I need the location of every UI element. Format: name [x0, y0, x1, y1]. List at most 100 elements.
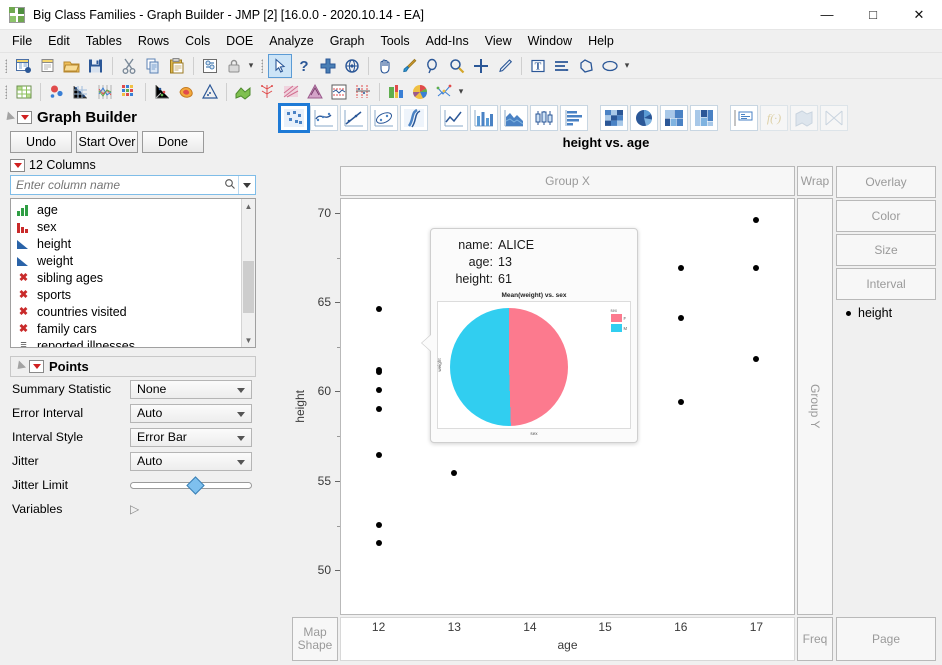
pareto-icon[interactable] — [304, 81, 326, 103]
chart-icon[interactable] — [433, 81, 455, 103]
histogram-icon[interactable] — [560, 105, 588, 131]
red-triangle-menu-icon[interactable] — [17, 111, 32, 124]
pie-chart-icon[interactable] — [409, 81, 431, 103]
analysis-overflow-button[interactable]: ▾ — [456, 86, 466, 97]
points-menu-icon[interactable] — [29, 360, 44, 373]
ellipse-icon[interactable] — [599, 55, 621, 77]
data-point[interactable] — [376, 406, 382, 412]
interval-zone[interactable]: Interval — [836, 268, 936, 300]
crosshair-move-icon[interactable] — [317, 55, 339, 77]
lines-icon[interactable] — [551, 55, 573, 77]
menu-rows[interactable]: Rows — [130, 31, 177, 51]
data-point[interactable] — [376, 452, 382, 458]
variables-expand-arrow-icon[interactable]: ▷ — [130, 502, 139, 516]
data-point[interactable] — [376, 306, 382, 312]
points-disclosure-triangle-icon[interactable] — [14, 360, 26, 372]
data-filter-icon[interactable] — [199, 55, 221, 77]
start-over-button[interactable]: Start Over — [76, 131, 138, 153]
interval-style-select[interactable]: Error Bar — [130, 428, 252, 447]
overlay-zone[interactable]: Overlay — [836, 166, 936, 198]
line-icon[interactable] — [440, 105, 468, 131]
column-item-height[interactable]: height — [11, 235, 241, 252]
freq-zone[interactable]: Freq — [797, 617, 833, 661]
legend-item-height[interactable]: height — [836, 300, 936, 320]
columns-list[interactable]: age sex height weight ✖ — [10, 198, 256, 348]
menu-tools[interactable]: Tools — [372, 31, 417, 51]
menu-view[interactable]: View — [477, 31, 520, 51]
box-plot-icon[interactable] — [530, 105, 558, 131]
column-item-sex[interactable]: sex — [11, 218, 241, 235]
bar-chart-icon[interactable] — [385, 81, 407, 103]
minimize-button[interactable]: — — [804, 0, 850, 30]
toolbar-overflow-button[interactable]: ▾ — [246, 60, 256, 71]
search-dropdown-caret-icon[interactable] — [238, 176, 255, 194]
column-item-sibling-ages[interactable]: ✖ sibling ages — [11, 269, 241, 286]
brush-icon[interactable] — [398, 55, 420, 77]
ellipse-element-icon[interactable] — [370, 105, 398, 131]
rotate-icon[interactable] — [341, 55, 363, 77]
bubble-plot-icon[interactable] — [46, 81, 68, 103]
column-item-weight[interactable]: weight — [11, 252, 241, 269]
summary-statistic-select[interactable]: None — [130, 380, 252, 399]
data-point[interactable] — [678, 315, 684, 321]
tabulate-icon[interactable] — [13, 81, 35, 103]
color-zone[interactable]: Color — [836, 200, 936, 232]
contour-plot-icon[interactable] — [175, 81, 197, 103]
columns-menu-icon[interactable] — [10, 159, 25, 172]
variability-chart-icon[interactable] — [352, 81, 374, 103]
scroll-up-arrow-icon[interactable]: ▲ — [242, 199, 255, 213]
magnifier-lasso-icon[interactable] — [422, 55, 444, 77]
close-button[interactable]: ✕ — [896, 0, 942, 30]
line-of-fit-icon[interactable] — [340, 105, 368, 131]
control-chart-icon[interactable] — [328, 81, 350, 103]
data-point[interactable] — [376, 387, 382, 393]
column-item-age[interactable]: age — [11, 201, 241, 218]
caption-box-icon[interactable] — [730, 105, 758, 131]
menu-cols[interactable]: Cols — [177, 31, 218, 51]
data-point[interactable] — [376, 522, 382, 528]
hand-grabber-icon[interactable] — [374, 55, 396, 77]
mosaic-icon[interactable] — [690, 105, 718, 131]
column-item-countries-visited[interactable]: ✖ countries visited — [11, 303, 241, 320]
size-zone[interactable]: Size — [836, 234, 936, 266]
contour-element-icon[interactable] — [400, 105, 428, 131]
group-x-zone[interactable]: Group X — [340, 166, 795, 196]
column-item-family-cars[interactable]: ✖ family cars — [11, 320, 241, 337]
menu-window[interactable]: Window — [520, 31, 580, 51]
column-item-reported-illnesses[interactable]: ≡ reported illnesses — [11, 337, 241, 347]
menu-analyze[interactable]: Analyze — [261, 31, 321, 51]
tree-map-icon[interactable] — [256, 81, 278, 103]
polygon-icon[interactable] — [575, 55, 597, 77]
menu-file[interactable]: File — [4, 31, 40, 51]
cut-icon[interactable] — [118, 55, 140, 77]
points-icon[interactable] — [280, 105, 308, 131]
tools-toolbar-grip[interactable] — [259, 57, 266, 75]
magnifier-zoom-icon[interactable] — [446, 55, 468, 77]
data-point[interactable] — [376, 369, 382, 375]
parallel-plot-icon[interactable] — [94, 81, 116, 103]
open-file-icon[interactable] — [61, 55, 83, 77]
scroll-down-arrow-icon[interactable]: ▼ — [242, 333, 255, 347]
new-data-table-icon[interactable] — [13, 55, 35, 77]
columns-scrollbar[interactable]: ▲ ▼ — [241, 199, 255, 347]
slider-thumb[interactable] — [186, 476, 204, 494]
cell-plot-icon[interactable] — [118, 81, 140, 103]
lock-icon[interactable] — [223, 55, 245, 77]
y-axis[interactable]: 70 65 60 55 50 — [308, 198, 340, 615]
menu-graph[interactable]: Graph — [322, 31, 373, 51]
new-script-icon[interactable] — [37, 55, 59, 77]
toolbar-grip[interactable] — [3, 57, 10, 75]
data-point[interactable] — [451, 470, 457, 476]
copy-icon[interactable] — [142, 55, 164, 77]
data-point[interactable] — [753, 217, 759, 223]
menu-tables[interactable]: Tables — [78, 31, 130, 51]
surface-plot-icon[interactable] — [232, 81, 254, 103]
text-box-icon[interactable]: T — [527, 55, 549, 77]
analysis-toolbar-grip[interactable] — [3, 83, 10, 101]
menu-help[interactable]: Help — [580, 31, 622, 51]
pencil-annotate-icon[interactable] — [494, 55, 516, 77]
data-tooltip[interactable]: name: ALICE age: 13 height: 61 — [430, 228, 638, 443]
map-shapes-icon[interactable] — [790, 105, 818, 131]
disclosure-triangle-icon[interactable] — [3, 111, 15, 123]
data-point[interactable] — [678, 265, 684, 271]
